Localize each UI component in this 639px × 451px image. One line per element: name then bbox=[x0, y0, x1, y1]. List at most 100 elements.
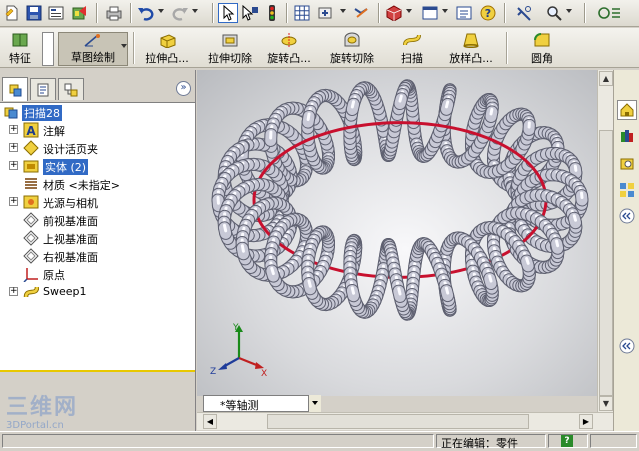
horizontal-scrollbar[interactable]: ◀ ▶ bbox=[197, 412, 613, 430]
scroll-up-arrow[interactable]: ▲ bbox=[599, 71, 613, 86]
features-tab-label: 特征 bbox=[9, 50, 31, 66]
sketch-dropdown-arrow[interactable] bbox=[121, 44, 127, 48]
tree-item-right-plane[interactable]: 右视基准面 bbox=[0, 247, 195, 265]
features-tab-dropdown[interactable] bbox=[42, 32, 54, 66]
rebuild-button[interactable] bbox=[70, 3, 90, 23]
undo-dropdown-arrow[interactable] bbox=[158, 9, 164, 13]
redo-dropdown-arrow[interactable] bbox=[192, 9, 198, 13]
design-library-icon bbox=[619, 128, 635, 144]
redo-button[interactable] bbox=[170, 3, 190, 23]
tree-root[interactable]: 扫描28 bbox=[0, 103, 195, 121]
task-pane bbox=[613, 70, 639, 432]
tree-item-solid-bodies[interactable]: + 实体 (2) bbox=[0, 157, 195, 175]
tree-item-annotations[interactable]: + A 注解 bbox=[0, 121, 195, 139]
design-binder-icon bbox=[23, 140, 39, 156]
task-pane-collapse-bottom[interactable] bbox=[617, 336, 637, 356]
extruded-cut-button[interactable]: 拉伸切除 bbox=[202, 32, 258, 66]
new-document-button[interactable] bbox=[2, 3, 22, 23]
task-pane-palette-button[interactable] bbox=[617, 180, 637, 200]
tab-property-manager[interactable] bbox=[30, 78, 56, 100]
graphics-area[interactable]: Y X Z bbox=[197, 70, 613, 396]
horizontal-scroll-thumb[interactable] bbox=[267, 414, 529, 429]
coil-highlight-segment bbox=[272, 268, 274, 273]
options-button[interactable] bbox=[454, 3, 474, 23]
measure-button[interactable] bbox=[514, 3, 534, 23]
printer-icon bbox=[105, 5, 123, 21]
expand-toggle[interactable]: + bbox=[9, 287, 18, 296]
revolved-cut-button[interactable]: 旋转切除 bbox=[324, 32, 380, 66]
tree-item-label: 光源与相机 bbox=[43, 195, 98, 211]
hide-show-dropdown-arrow[interactable] bbox=[340, 9, 346, 13]
grid-button[interactable] bbox=[292, 3, 312, 23]
scroll-left-arrow[interactable]: ◀ bbox=[203, 414, 217, 429]
sweep-feature-icon bbox=[23, 284, 39, 300]
select-other-button[interactable] bbox=[240, 3, 260, 23]
sketch-tab-label: 草图绘制 bbox=[71, 49, 115, 65]
tree-item-origin[interactable]: 原点 bbox=[0, 265, 195, 283]
sweep-label: 扫描 bbox=[401, 50, 423, 66]
task-pane-search-button[interactable] bbox=[617, 154, 637, 174]
loft-boss-button[interactable]: 放样凸... bbox=[444, 32, 498, 66]
tree-item-top-plane[interactable]: 上视基准面 bbox=[0, 229, 195, 247]
task-pane-home-button[interactable] bbox=[617, 100, 637, 120]
addins-button[interactable] bbox=[596, 3, 626, 23]
zoom-button[interactable] bbox=[544, 3, 564, 23]
tree-item-lights-cameras[interactable]: + 光源与相机 bbox=[0, 193, 195, 211]
revolved-boss-button[interactable]: 旋转凸... bbox=[260, 32, 318, 66]
print-button[interactable] bbox=[104, 3, 124, 23]
extruded-cut-label: 拉伸切除 bbox=[208, 50, 252, 66]
origin-icon bbox=[23, 266, 39, 282]
save-button[interactable] bbox=[24, 3, 44, 23]
instant3d-button[interactable] bbox=[352, 3, 372, 23]
expand-toggle[interactable]: + bbox=[9, 143, 18, 152]
fillet-button[interactable]: 圆角 bbox=[520, 32, 564, 66]
traffic-light-button[interactable] bbox=[262, 3, 282, 23]
part-icon bbox=[3, 104, 19, 120]
sketch-tab-button[interactable]: 草图绘制 bbox=[58, 32, 128, 66]
sweep-button[interactable]: 扫描 bbox=[392, 32, 432, 66]
expand-toggle[interactable]: + bbox=[9, 197, 18, 206]
tree-item-sweep1[interactable]: + Sweep1 bbox=[0, 283, 195, 301]
select-button[interactable] bbox=[218, 3, 238, 23]
feature-tree: 扫描28 + A 注解 + 设计活页夹 + 实体 (2) 材质 <未指定> + … bbox=[0, 102, 195, 370]
hide-show-button[interactable] bbox=[316, 3, 336, 23]
display-style-dropdown-arrow[interactable] bbox=[406, 9, 412, 13]
tree-item-material[interactable]: 材质 <未指定> bbox=[0, 175, 195, 193]
tree-root-label: 扫描28 bbox=[22, 105, 62, 121]
expand-toggle[interactable]: + bbox=[9, 125, 18, 134]
print-preview-button[interactable] bbox=[46, 3, 66, 23]
view-orientation-dropdown[interactable] bbox=[308, 395, 321, 412]
view-orientation-button[interactable] bbox=[420, 3, 440, 23]
triad-z-label: Z bbox=[210, 367, 216, 377]
scroll-down-arrow[interactable]: ▼ bbox=[599, 396, 613, 411]
coil-highlight-segment bbox=[309, 281, 310, 286]
double-chevron-left-icon bbox=[619, 208, 635, 224]
tab-feature-manager[interactable] bbox=[2, 77, 28, 101]
lights-cameras-icon bbox=[23, 194, 39, 210]
zoom-dropdown-arrow[interactable] bbox=[566, 9, 572, 13]
task-pane-collapse-top[interactable] bbox=[617, 206, 637, 226]
view-orientation-dropdown-arrow[interactable] bbox=[442, 9, 448, 13]
task-pane-library-button[interactable] bbox=[617, 126, 637, 146]
display-style-button[interactable] bbox=[384, 3, 404, 23]
tree-item-label: Sweep1 bbox=[43, 285, 87, 298]
addins-icon bbox=[598, 5, 624, 21]
tab-configuration-manager[interactable] bbox=[58, 78, 84, 100]
help-button[interactable]: ? bbox=[478, 3, 498, 23]
features-tab-button[interactable]: 特征 bbox=[0, 32, 40, 66]
svg-text:A: A bbox=[26, 124, 36, 138]
revolved-boss-label: 旋转凸... bbox=[267, 50, 311, 66]
scroll-right-arrow[interactable]: ▶ bbox=[579, 414, 593, 429]
extruded-boss-button[interactable]: 拉伸凸... bbox=[138, 32, 196, 66]
material-icon bbox=[23, 176, 39, 192]
undo-button[interactable] bbox=[136, 3, 156, 23]
view-orientation-selector[interactable]: *等轴测 bbox=[203, 395, 321, 412]
plane-icon bbox=[23, 212, 39, 228]
quick-tips-button[interactable]: ? bbox=[561, 435, 573, 447]
vertical-scroll-thumb[interactable] bbox=[599, 130, 613, 396]
expand-toggle[interactable]: + bbox=[9, 161, 18, 170]
tree-item-front-plane[interactable]: 前视基准面 bbox=[0, 211, 195, 229]
vertical-scrollbar[interactable]: ▲ ▼ bbox=[597, 70, 613, 412]
panel-collapse-button[interactable]: » bbox=[176, 81, 191, 96]
tree-item-design-binder[interactable]: + 设计活页夹 bbox=[0, 139, 195, 157]
